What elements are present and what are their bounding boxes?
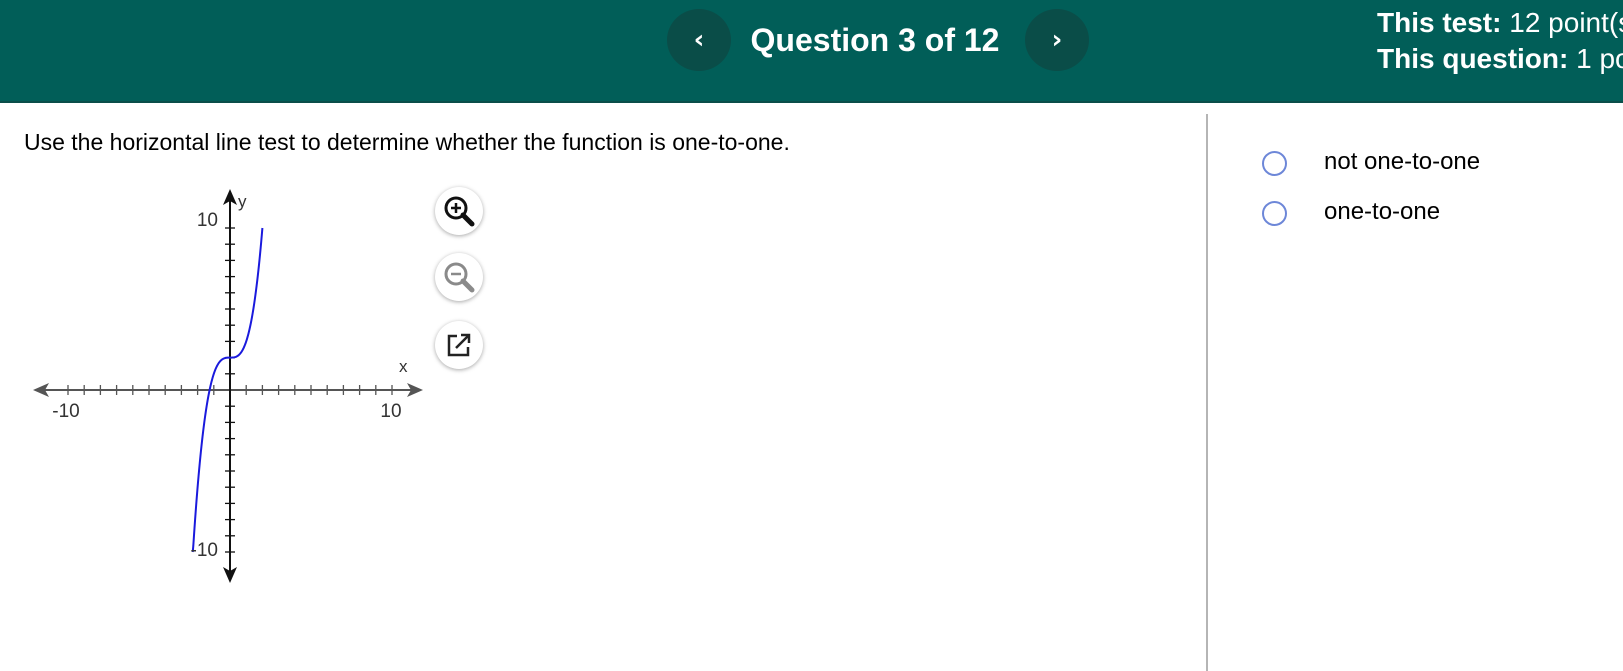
y-axis-label: y: [238, 192, 247, 211]
question-prompt: Use the horizontal line test to determin…: [24, 129, 790, 155]
y-min-tick-label: -10: [191, 540, 218, 561]
test-score-value: 12 point(s: [1509, 7, 1623, 38]
answer-option-label: one-to-one: [1324, 198, 1441, 225]
answer-option-label: not one-to-one: [1324, 148, 1481, 175]
question-title: Question 3 of 12: [750, 22, 1000, 58]
radio-button[interactable]: [1262, 151, 1287, 176]
question-score: This question: 1 po: [1377, 42, 1623, 76]
top-header-bar: ‹ Question 3 of 12 › This test: 12 point…: [0, 0, 1623, 103]
x-axis-label: x: [399, 357, 408, 376]
zoom-out-icon: [444, 262, 475, 293]
next-question-button[interactable]: ›: [1025, 9, 1089, 71]
question-score-value: 1 po: [1576, 43, 1623, 74]
function-graph: x y -10 10 10 -10: [33, 189, 423, 583]
zoom-out-button[interactable]: [435, 253, 483, 301]
test-score: This test: 12 point(s: [1377, 6, 1623, 40]
zoom-in-button[interactable]: [435, 187, 483, 235]
popout-icon: [447, 333, 471, 357]
x-min-tick-label: -10: [52, 401, 79, 422]
test-score-label: This test:: [1377, 7, 1502, 38]
popout-button[interactable]: [435, 321, 483, 369]
previous-question-button[interactable]: ‹: [667, 9, 731, 71]
x-max-tick-label: 10: [380, 401, 401, 422]
radio-button[interactable]: [1262, 201, 1287, 226]
y-max-tick-label: 10: [197, 210, 218, 231]
question-score-label: This question:: [1377, 43, 1569, 74]
panel-divider: [1206, 114, 1208, 671]
zoom-in-icon: [444, 196, 475, 227]
